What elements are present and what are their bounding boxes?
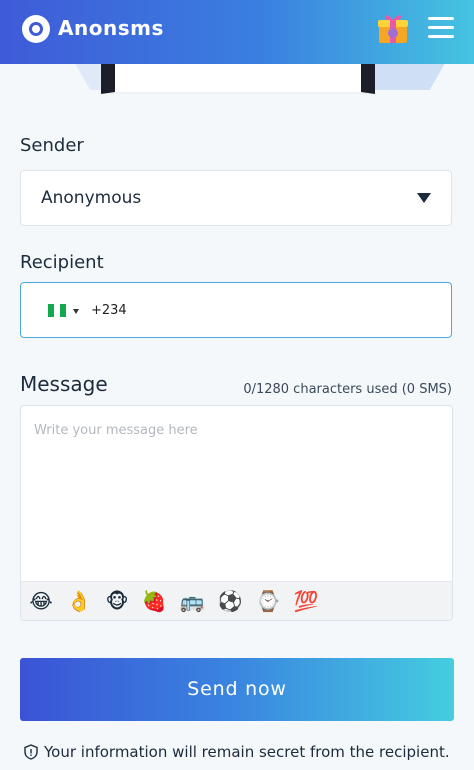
sender-label: Sender xyxy=(20,135,84,156)
hero-illustration xyxy=(0,64,474,94)
emoji-watch-icon[interactable]: ⌚ xyxy=(255,588,281,614)
emoji-joy-icon[interactable]: 😂 xyxy=(28,588,54,614)
emoji-ok-hand-icon[interactable]: 👌 xyxy=(66,588,92,614)
character-counter: 0/1280 characters used (0 SMS) xyxy=(243,382,452,397)
phone-illustration xyxy=(101,64,375,94)
message-textarea[interactable]: Write your message here 😂 👌 🐵 🍓 🚌 ⚽ ⌚ 💯 xyxy=(20,405,453,621)
dial-code: +234 xyxy=(91,303,127,318)
gift-icon[interactable] xyxy=(376,11,410,45)
recipient-phone-input[interactable]: +234 xyxy=(20,282,452,338)
emoji-hundred-icon[interactable]: 💯 xyxy=(293,588,319,614)
nigeria-flag-icon[interactable] xyxy=(48,304,66,317)
logo-icon[interactable] xyxy=(22,15,50,43)
message-placeholder: Write your message here xyxy=(34,423,198,438)
emoji-bar: 😂 👌 🐵 🍓 🚌 ⚽ ⌚ 💯 xyxy=(21,581,452,620)
recipient-label: Recipient xyxy=(20,252,104,273)
message-label: Message xyxy=(20,372,108,396)
privacy-note-text: Your information will remain secret from… xyxy=(44,743,450,761)
emoji-soccer-ball-icon[interactable]: ⚽ xyxy=(217,588,243,614)
brand-name[interactable]: Anonsms xyxy=(58,16,164,40)
dropdown-caret-icon xyxy=(417,193,431,203)
send-now-button[interactable]: Send now xyxy=(20,658,454,721)
sender-select[interactable]: Anonymous xyxy=(20,170,452,226)
emoji-monkey-icon[interactable]: 🐵 xyxy=(104,588,130,614)
shield-icon xyxy=(24,744,38,760)
emoji-bus-icon[interactable]: 🚌 xyxy=(179,588,205,614)
emoji-strawberry-icon[interactable]: 🍓 xyxy=(141,588,167,614)
top-bar: Anonsms xyxy=(0,0,474,64)
sender-value: Anonymous xyxy=(41,188,142,208)
hamburger-menu-icon[interactable] xyxy=(428,17,454,39)
country-dropdown-caret-icon[interactable] xyxy=(73,309,79,314)
